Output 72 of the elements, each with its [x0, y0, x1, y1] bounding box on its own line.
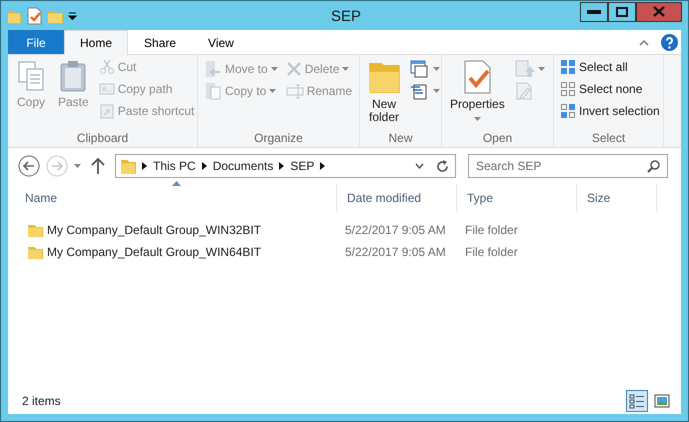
minimize-button[interactable]: [580, 2, 608, 22]
clipboard-icon: [59, 60, 88, 92]
shortcut-icon: [98, 103, 115, 119]
ribbon-tab[interactable]: Home: [64, 30, 128, 55]
folder-icon: [27, 222, 43, 238]
ribbon-button[interactable]: Invert selection: [558, 100, 662, 122]
group-label: Clipboard: [76, 130, 130, 147]
breadcrumb-arrow-icon: [142, 162, 147, 170]
maximize-icon: [616, 6, 628, 16]
ribbon-button[interactable]: Select all: [558, 56, 662, 78]
file-name[interactable]: My Company_Default Group_WIN32BIT: [47, 221, 262, 239]
collapse-ribbon-button[interactable]: [639, 38, 649, 46]
ribbon-tab[interactable]: Share: [128, 30, 192, 54]
open-icon: [514, 60, 535, 78]
ribbon-button[interactable]: [408, 58, 442, 80]
close-button[interactable]: [636, 2, 682, 22]
date-cell-text: 5/22/2017 9:05 AM: [344, 244, 447, 261]
type-cell-text: File folder: [464, 222, 519, 239]
refresh-icon: [436, 160, 449, 172]
ribbon-button[interactable]: New folder: [364, 58, 404, 129]
address-bar[interactable]: This PC Documents SEP: [115, 154, 456, 178]
copy-icon: [16, 60, 46, 92]
edit-icon: [514, 82, 533, 100]
breadcrumb-arrow-icon: [320, 162, 326, 170]
rename-icon: [286, 83, 304, 99]
minimize-icon: [587, 10, 601, 14]
group-label: Organize: [253, 130, 304, 147]
type-cell-text: File folder: [464, 244, 519, 261]
breadcrumb-arrow-icon: [279, 162, 284, 170]
folder-icon: [27, 244, 43, 260]
recent-locations-button[interactable]: [74, 164, 81, 168]
new-item-icon: [410, 60, 430, 78]
breadcrumb[interactable]: SEP: [290, 157, 314, 175]
ribbon-tab[interactable]: View: [192, 30, 250, 54]
help-button[interactable]: [661, 34, 678, 50]
properties-icon: [462, 60, 492, 94]
move-icon: [204, 60, 222, 78]
group-label: New: [387, 130, 414, 147]
window-title: SEP: [330, 7, 362, 27]
group-label: Select: [590, 130, 626, 147]
invert-selection-icon: [560, 103, 576, 119]
breadcrumb-arrow-icon: [202, 162, 207, 170]
folder-icon: [368, 60, 400, 94]
copy-to-icon: [204, 82, 222, 100]
ribbon-button[interactable]: Properties: [446, 58, 509, 129]
details-view-button[interactable]: [626, 390, 648, 412]
date-cell-text: 5/22/2017 9:05 AM: [344, 222, 447, 239]
back-button[interactable]: [18, 155, 40, 177]
breadcrumb[interactable]: Documents: [212, 157, 274, 175]
file-name[interactable]: My Company_Default Group_WIN64BIT: [47, 243, 262, 261]
search-icon: [647, 160, 660, 173]
close-icon: [653, 6, 665, 17]
properties-button[interactable]: [26, 6, 42, 24]
folder-icon: [120, 157, 136, 175]
select-all-icon: [560, 59, 576, 75]
column-header[interactable]: Name: [8, 184, 337, 212]
delete-icon: [286, 61, 302, 77]
column-header[interactable]: Type: [457, 184, 577, 212]
search-field[interactable]: Search SEP: [468, 154, 668, 178]
file-menu-tab[interactable]: File: [8, 30, 64, 54]
column-header[interactable]: Date modified: [337, 184, 457, 212]
item-count: 2 items: [22, 393, 61, 410]
column-header[interactable]: Size: [577, 184, 657, 212]
scissors-icon: [98, 59, 115, 75]
group-label: Open: [482, 130, 514, 147]
ribbon-button[interactable]: Select none: [558, 78, 662, 100]
breadcrumb[interactable]: This PC: [153, 157, 196, 175]
path-icon: [98, 81, 115, 97]
select-none-icon: [560, 81, 576, 97]
dropdown-icon: [415, 163, 424, 169]
maximize-button[interactable]: [608, 2, 636, 22]
customize-menu-button[interactable]: [68, 12, 77, 20]
